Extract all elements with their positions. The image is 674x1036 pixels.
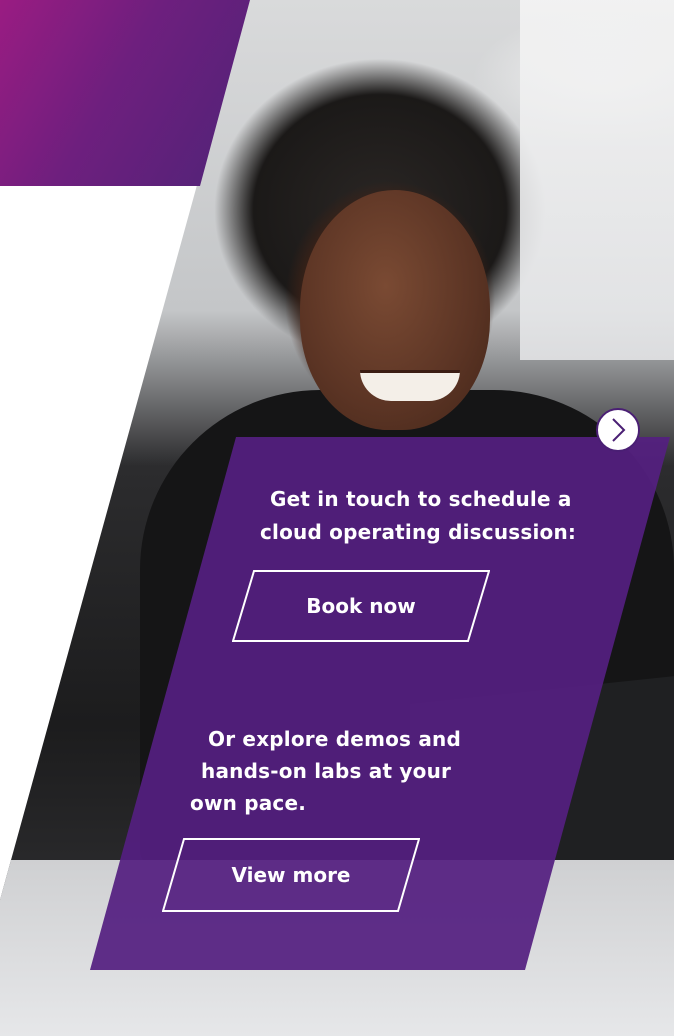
next-slide-button[interactable]: [596, 408, 640, 452]
promo-card: Get in touch to schedule a cloud operati…: [0, 0, 674, 1036]
explore-line-2: hands-on labs at your: [201, 759, 452, 783]
view-more-button[interactable]: View more: [162, 838, 420, 912]
book-now-label: Book now: [306, 594, 416, 618]
photo-person-smile: [360, 370, 460, 401]
explore-line-3: own pace.: [190, 791, 307, 815]
photo-window: [520, 0, 674, 360]
book-now-button[interactable]: Book now: [232, 570, 490, 642]
explore-line-1: Or explore demos and: [208, 727, 461, 751]
view-more-label: View more: [231, 863, 351, 887]
intro-line-2: cloud operating discussion:: [260, 520, 577, 544]
intro-line-1: Get in touch to schedule a: [270, 487, 572, 511]
chevron-right-icon: [609, 417, 627, 443]
